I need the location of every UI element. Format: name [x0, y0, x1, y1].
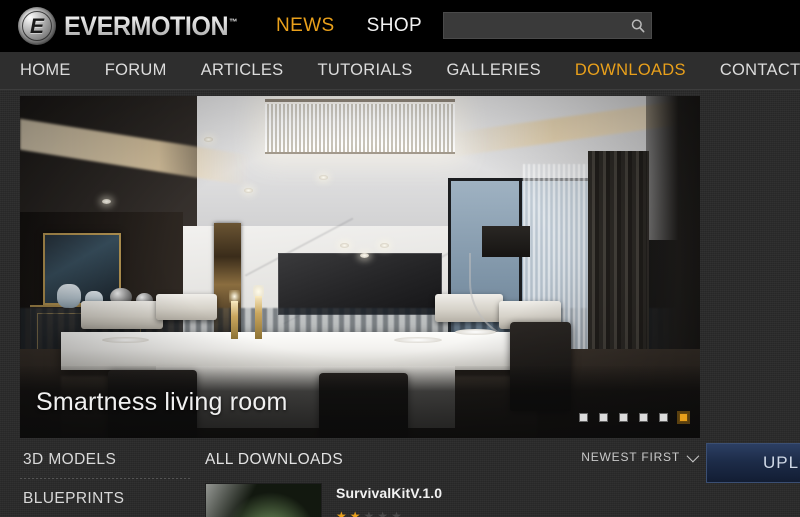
star-icon-3[interactable]: ★ — [364, 510, 375, 517]
nav-item-galleries[interactable]: GALLERIES — [430, 61, 558, 80]
nav-item-contact[interactable]: CONTACT — [703, 61, 800, 80]
hero-dot-3[interactable] — [619, 413, 628, 422]
category-sidebar: 3D MODELS BLUEPRINTS — [20, 447, 205, 517]
search-input[interactable] — [444, 13, 625, 38]
search-icon[interactable] — [625, 13, 651, 38]
logo-wordmark: EVERMOTION™ — [64, 11, 237, 42]
sort-dropdown[interactable]: NEWEST FIRST — [581, 449, 700, 464]
hero-caption-band: Smartness living room — [20, 366, 700, 438]
page-title: ALL DOWNLOADS — [205, 451, 344, 468]
logo-name: EVERMOTION — [64, 10, 229, 41]
hero-area: Smartness living room — [0, 90, 800, 438]
table-row: SurvivalKitV.1.0 ★ ★ ★ ★ ★ — [205, 483, 800, 517]
logo-letter: E — [29, 14, 44, 38]
top-bar: E EVERMOTION™ NEWS SHOP — [0, 0, 800, 52]
hero-dot-6[interactable] — [679, 413, 688, 422]
hero-dot-4[interactable] — [639, 413, 648, 422]
star-icon-2[interactable]: ★ — [350, 510, 361, 517]
rating-stars[interactable]: ★ ★ ★ ★ ★ — [336, 510, 442, 517]
nav-item-tutorials[interactable]: TUTORIALS — [301, 61, 430, 80]
evermotion-logo-icon: E — [18, 7, 56, 45]
hero-pagination — [579, 413, 688, 422]
top-links: NEWS SHOP — [276, 15, 422, 37]
downloads-header: ALL DOWNLOADS NEWEST FIRST UPLOAD — [205, 443, 800, 483]
nav-item-home[interactable]: HOME — [20, 61, 88, 80]
upload-button[interactable]: UPLOAD — [706, 443, 800, 483]
sidebar-item-3d-models[interactable]: 3D MODELS — [20, 447, 205, 478]
hero-slider[interactable]: Smartness living room — [20, 96, 700, 438]
content-area: 3D MODELS BLUEPRINTS ALL DOWNLOADS NEWES… — [0, 438, 800, 517]
main-navigation: HOME FORUM ARTICLES TUTORIALS GALLERIES … — [0, 52, 800, 90]
hero-dot-5[interactable] — [659, 413, 668, 422]
product-info: SurvivalKitV.1.0 ★ ★ ★ ★ ★ — [336, 483, 442, 517]
product-thumbnail[interactable] — [205, 483, 322, 517]
site-logo[interactable]: E EVERMOTION™ — [18, 7, 250, 45]
search-box[interactable] — [443, 12, 652, 39]
star-icon-4[interactable]: ★ — [377, 510, 388, 517]
sidebar-item-blueprints[interactable]: BLUEPRINTS — [20, 486, 205, 517]
star-icon-1[interactable]: ★ — [336, 510, 347, 517]
hero-dot-2[interactable] — [599, 413, 608, 422]
product-title[interactable]: SurvivalKitV.1.0 — [336, 485, 442, 501]
top-link-news[interactable]: NEWS — [276, 15, 335, 37]
sidebar-divider — [20, 478, 192, 479]
page-root: E EVERMOTION™ NEWS SHOP HOME FORUM ARTIC… — [0, 0, 800, 517]
downloads-panel: ALL DOWNLOADS NEWEST FIRST UPLOAD Surviv… — [205, 443, 800, 517]
hero-dot-1[interactable] — [579, 413, 588, 422]
chevron-down-icon — [686, 449, 700, 462]
nav-item-downloads[interactable]: DOWNLOADS — [558, 61, 703, 80]
top-link-shop[interactable]: SHOP — [367, 15, 422, 37]
trademark-symbol: ™ — [229, 16, 237, 27]
nav-item-articles[interactable]: ARTICLES — [184, 61, 301, 80]
star-icon-5[interactable]: ★ — [391, 510, 402, 517]
sort-label: NEWEST FIRST — [581, 450, 680, 464]
nav-item-forum[interactable]: FORUM — [88, 61, 184, 80]
hero-title: Smartness living room — [36, 387, 288, 416]
